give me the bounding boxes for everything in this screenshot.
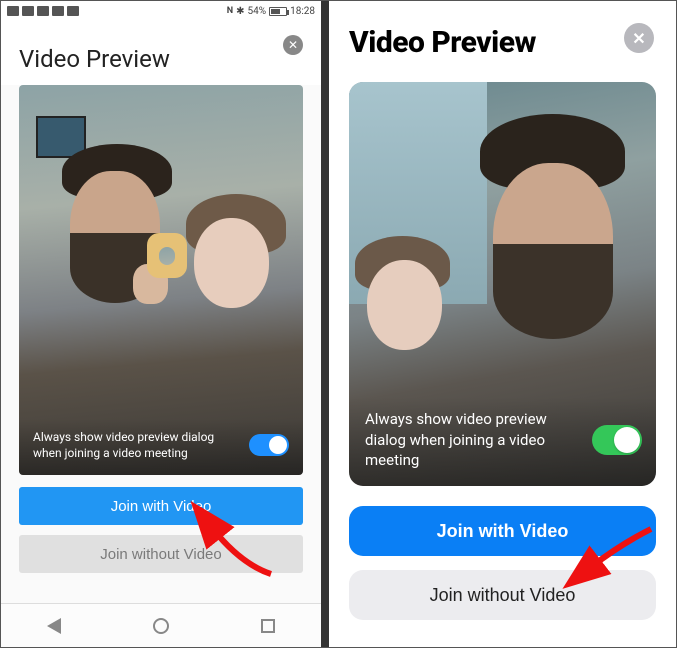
clock: 18:28 (290, 6, 315, 17)
android-navbar (1, 603, 321, 647)
join-with-video-button[interactable]: Join with Video (349, 506, 656, 556)
recents-button[interactable] (261, 619, 275, 633)
back-button[interactable] (47, 618, 61, 634)
nfc-icon: N (227, 6, 233, 16)
join-without-video-button[interactable]: Join without Video (19, 535, 303, 573)
page-title: Video Preview (19, 45, 170, 73)
battery-pct: 54% (248, 6, 267, 17)
signal-icon (22, 6, 34, 16)
statusbar: N ✱ 54% 18:28 (1, 1, 321, 21)
battery-icon (269, 7, 287, 16)
wifi-icon (37, 6, 49, 16)
close-button[interactable]: ✕ (624, 23, 654, 53)
page-title: Video Preview (349, 25, 656, 60)
close-button[interactable]: ✕ (283, 35, 303, 55)
bluetooth-icon: ✱ (236, 6, 244, 17)
hd2-icon (67, 6, 79, 16)
video-preview: Always show video preview dialog when jo… (349, 82, 656, 486)
always-show-toggle[interactable] (592, 425, 642, 455)
join-with-video-button[interactable]: Join with Video (19, 487, 303, 525)
join-without-video-button[interactable]: Join without Video (349, 570, 656, 620)
home-button[interactable] (153, 618, 169, 634)
video-preview: Always show video preview dialog when jo… (19, 85, 303, 475)
close-icon: ✕ (632, 29, 645, 48)
ios-screen: ✕ Video Preview Always show video previe… (329, 1, 676, 647)
preview-toggle-label: Always show video preview dialog when jo… (365, 409, 582, 470)
camera-feed (19, 85, 303, 475)
always-show-toggle[interactable] (249, 434, 289, 456)
preview-toggle-label: Always show video preview dialog when jo… (33, 429, 239, 461)
camera-icon (52, 6, 64, 16)
hd-icon (7, 6, 19, 16)
android-screen: N ✱ 54% 18:28 Video Preview ✕ Always sho… (1, 1, 329, 647)
close-icon: ✕ (288, 38, 298, 52)
